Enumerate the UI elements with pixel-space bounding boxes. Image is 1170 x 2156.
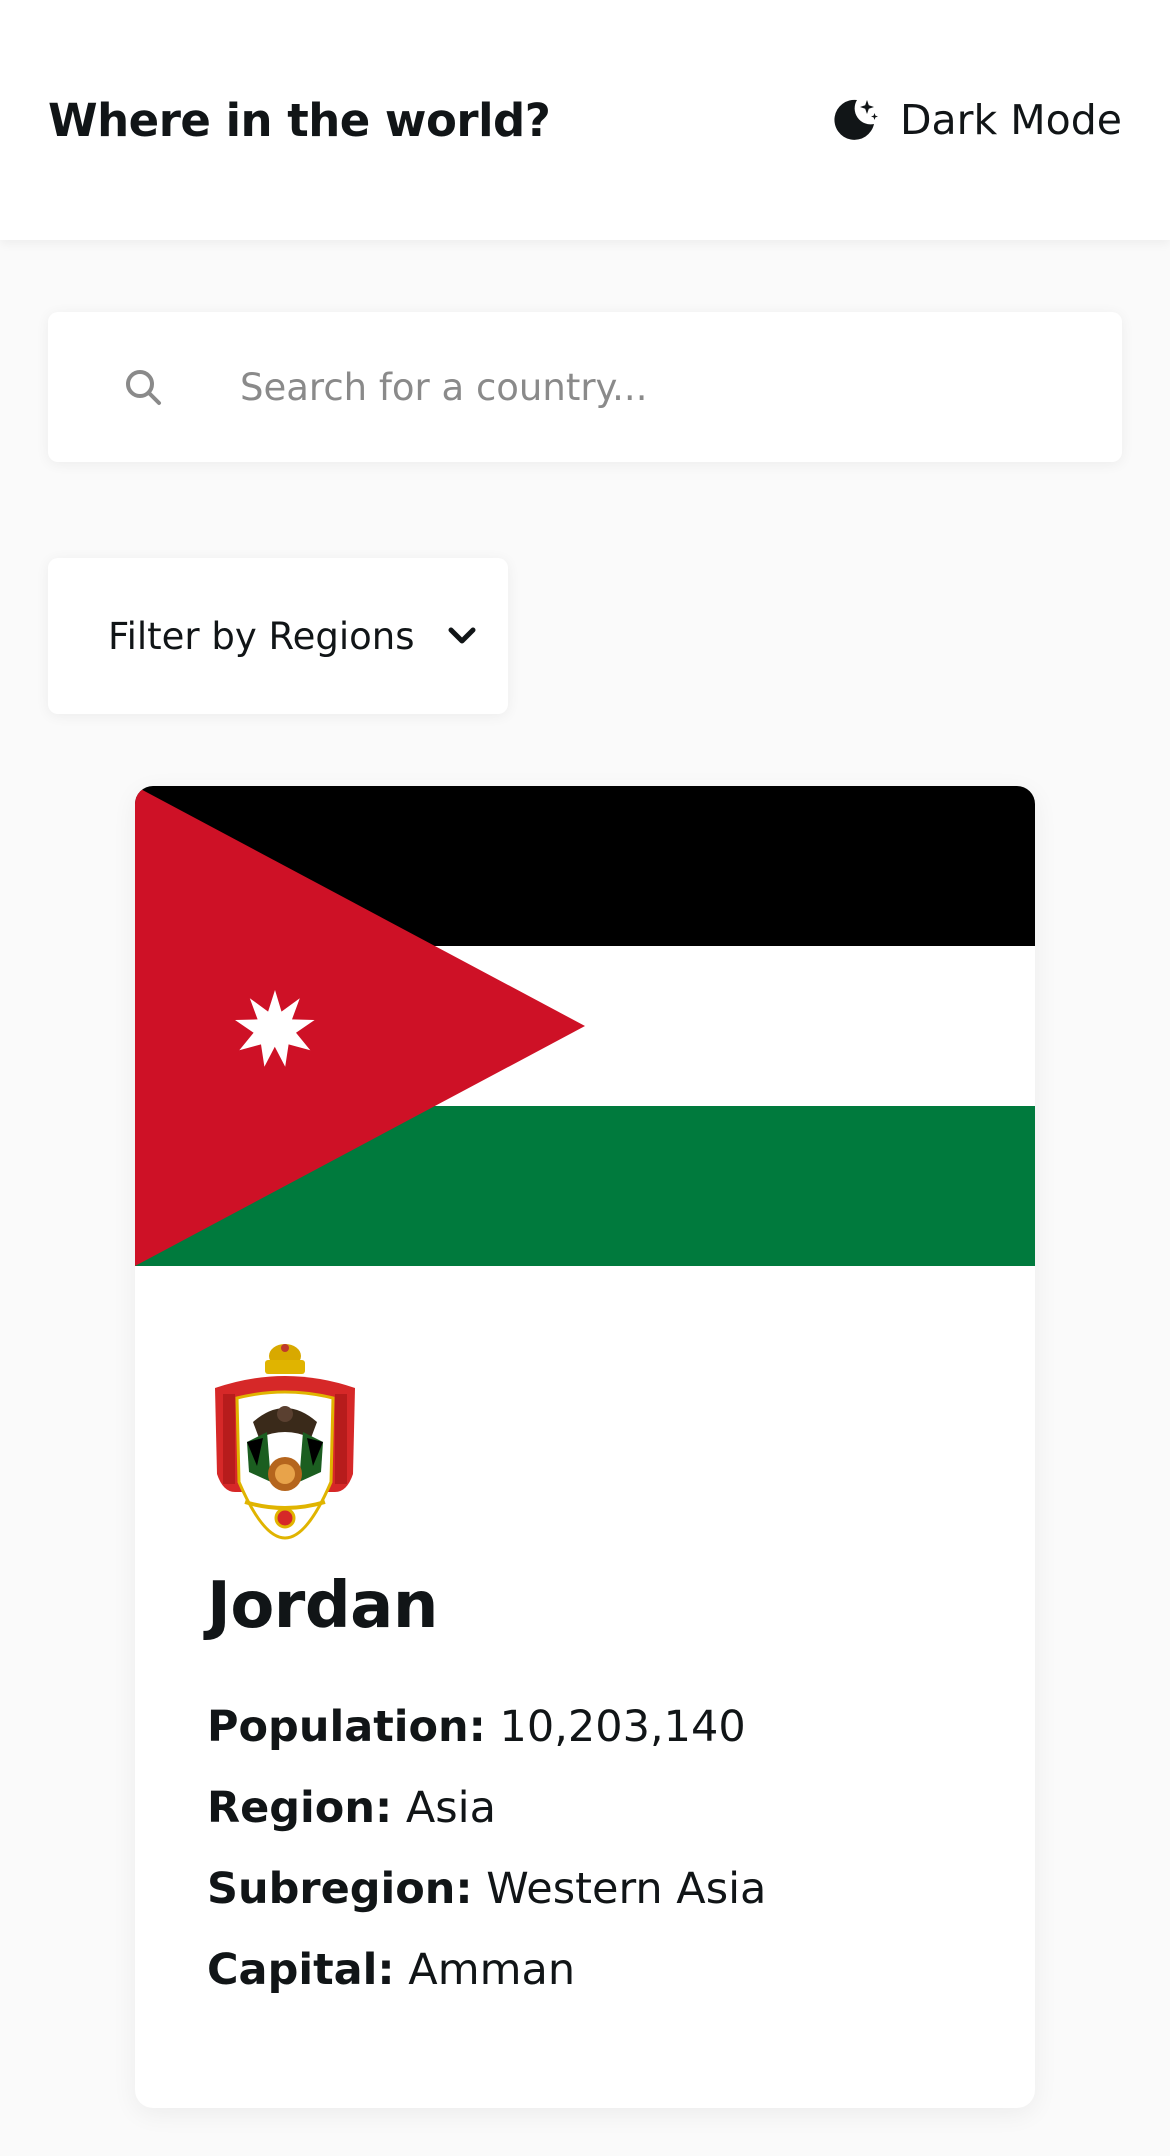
coat-of-arms-image xyxy=(215,1344,355,1540)
fact-label: Capital: xyxy=(207,1944,395,1995)
country-facts: Population: 10,203,140 Region: Asia Subr… xyxy=(207,1687,963,2011)
fact-subregion: Subregion: Western Asia xyxy=(207,1849,963,1930)
search-icon xyxy=(48,367,240,407)
search-input[interactable] xyxy=(240,312,1122,462)
card-body: Jordan Population: 10,203,140 Region: As… xyxy=(135,1266,1035,2011)
app-title: Where in the world? xyxy=(48,93,551,147)
fact-population: Population: 10,203,140 xyxy=(207,1687,963,1768)
fact-region: Region: Asia xyxy=(207,1768,963,1849)
country-name: Jordan xyxy=(207,1569,438,1643)
dark-mode-label: Dark Mode xyxy=(899,96,1122,144)
country-card[interactable]: Jordan Population: 10,203,140 Region: As… xyxy=(135,786,1035,2108)
region-filter-dropdown[interactable]: Filter by Regions xyxy=(48,558,508,714)
fact-label: Subregion: xyxy=(207,1863,473,1914)
moon-stars-icon xyxy=(830,96,878,144)
fact-value: Western Asia xyxy=(486,1863,767,1914)
fact-capital: Capital: Amman xyxy=(207,1930,963,2011)
top-navbar: Where in the world? Dark Mode xyxy=(0,0,1170,240)
search-box xyxy=(48,312,1122,462)
chevron-down-icon xyxy=(446,620,478,652)
fact-label: Population: xyxy=(207,1701,486,1752)
fact-value: 10,203,140 xyxy=(499,1701,746,1752)
fact-label: Region: xyxy=(207,1782,393,1833)
fact-value: Amman xyxy=(408,1944,576,1995)
fact-value: Asia xyxy=(405,1782,496,1833)
dark-mode-toggle[interactable]: Dark Mode xyxy=(830,96,1122,144)
filter-label: Filter by Regions xyxy=(108,614,415,658)
country-flag xyxy=(135,786,1035,1266)
